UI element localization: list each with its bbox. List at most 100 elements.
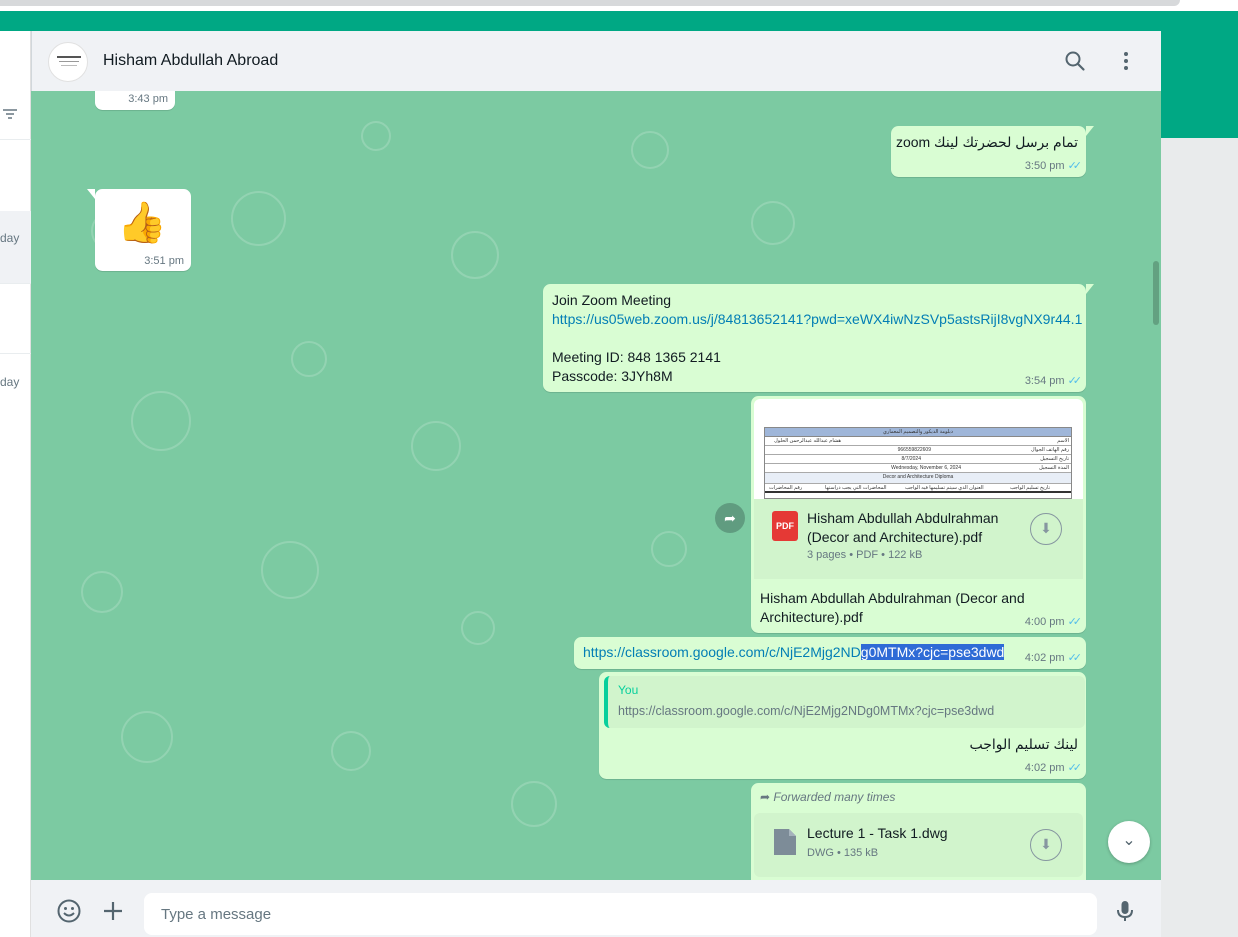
message-line: Join Zoom Meeting: [552, 292, 672, 308]
message-time: 4:00 pm: [1024, 616, 1065, 628]
plus-icon[interactable]: [100, 898, 126, 924]
list-separator: [0, 283, 31, 284]
preview-row: 8/7/2024 تاريخ التسجيل: [765, 455, 1071, 464]
message-meta: 3:50 pm ✓✓: [1025, 159, 1083, 172]
chat-list-day-label: day: [0, 231, 20, 245]
chat-header[interactable]: Hisham Abdullah Abroad: [31, 31, 1161, 91]
doodle-decoration: [631, 131, 669, 169]
double-check-icon: ✓✓: [1067, 652, 1083, 664]
chat-list-row-selected[interactable]: [0, 211, 31, 283]
document-name: Hisham Abdullah Abdulrahman (Decor and A…: [807, 510, 999, 545]
document-card[interactable]: PDF Hisham Abdullah Abdulrahman (Decor a…: [754, 499, 1083, 579]
forwarded-label: ➦ Forwarded many times: [760, 790, 896, 804]
app-green-band: [0, 11, 1238, 31]
message-composer: [31, 880, 1161, 937]
search-icon[interactable]: [1063, 49, 1087, 73]
preview-table: دبلومة الديكور والتصميم المعماري هشام عب…: [764, 427, 1072, 499]
double-check-icon: ✓✓: [1067, 616, 1083, 628]
menu-icon[interactable]: [1114, 49, 1138, 73]
message-outgoing[interactable]: تمام برسل لحضرتك لينك zoom 3:50 pm ✓✓: [891, 126, 1094, 177]
message-outgoing-document[interactable]: دبلومة الديكور والتصميم المعماري هشام عب…: [751, 396, 1086, 633]
preview-header: دبلومة الديكور والتصميم المعماري: [765, 428, 1071, 437]
quoted-message[interactable]: You https://classroom.google.com/c/NjE2M…: [604, 676, 1085, 728]
link-text[interactable]: https://classroom.google.com/c/NjE2Mjg2N…: [583, 644, 861, 660]
doodle-decoration: [361, 121, 391, 151]
doodle-decoration: [461, 611, 495, 645]
message-incoming[interactable]: 3:43 pm: [95, 91, 175, 110]
download-icon[interactable]: ⬇: [1030, 829, 1062, 861]
message-time: 4:02 pm: [1024, 652, 1065, 664]
message-time: 3:43 pm: [128, 93, 168, 105]
mic-icon[interactable]: [1112, 898, 1138, 924]
doodle-decoration: [131, 391, 191, 451]
double-check-icon: ✓✓: [1067, 160, 1083, 172]
chat-list-sliver: day day: [0, 31, 31, 937]
message-text: تمام برسل لحضرتك لينك zoom: [895, 134, 1078, 150]
message-time: 3:51 pm: [144, 255, 184, 267]
message-outgoing-reply[interactable]: You https://classroom.google.com/c/NjE2M…: [599, 672, 1086, 779]
doodle-decoration: [511, 781, 557, 827]
doodle-decoration: [651, 531, 687, 567]
browser-top-bar: [0, 0, 1238, 11]
message-meta: 3:54 pm ✓✓: [1024, 374, 1083, 387]
message-input[interactable]: [144, 893, 1097, 935]
message-time: 4:02 pm: [1024, 762, 1065, 774]
doodle-decoration: [291, 341, 327, 377]
document-preview[interactable]: دبلومة الديكور والتصميم المعماري هشام عب…: [754, 399, 1083, 499]
forward-icon[interactable]: ➦: [715, 503, 745, 533]
avatar[interactable]: [48, 42, 88, 82]
chat-scrollbar-thumb[interactable]: [1153, 261, 1159, 325]
message-outgoing-zoom[interactable]: Join Zoom Meeting https://us05web.zoom.u…: [543, 284, 1094, 392]
download-icon[interactable]: ⬇: [1030, 513, 1062, 545]
preview-title: Decor and Architecture Diploma: [765, 473, 1071, 484]
doodle-decoration: [411, 421, 461, 471]
zoom-link[interactable]: https://us05web.zoom.us/j/84813652141?pw…: [552, 310, 1082, 329]
classroom-link[interactable]: https://classroom.google.com/c/NjE2Mjg2N…: [583, 644, 1005, 660]
filter-icon[interactable]: [2, 106, 18, 122]
doodle-decoration: [261, 541, 319, 599]
message-outgoing-link[interactable]: https://classroom.google.com/c/NjE2Mjg2N…: [574, 637, 1086, 669]
chat-pane: Hisham Abdullah Abroad 3:43 pm تمام برسل…: [31, 31, 1161, 937]
message-meta: 4:02 pm ✓✓: [1024, 761, 1083, 774]
preview-columns: رقم المحاضرات المحاضرات التي يجب دراستها…: [765, 484, 1071, 493]
message-line: Passcode: 3JYh8M: [552, 368, 673, 384]
document-name: Lecture 1 - Task 1.dwg: [807, 825, 948, 841]
double-check-icon: ✓✓: [1067, 762, 1083, 774]
document-meta: DWG • 135 kB: [807, 847, 879, 859]
chat-background[interactable]: 3:43 pm تمام برسل لحضرتك لينك zoom 3:50 …: [31, 91, 1161, 880]
double-check-icon: ✓✓: [1067, 375, 1083, 387]
message-time: 3:54 pm: [1024, 375, 1065, 387]
preview-row: Wednesday, November 6, 2024 المدة التسجي…: [765, 464, 1071, 473]
message-body: Join Zoom Meeting https://us05web.zoom.u…: [552, 291, 1082, 386]
forward-icon: ➦: [760, 790, 774, 804]
chat-list-day-label: day: [0, 375, 20, 389]
message-incoming[interactable]: 👍 3:51 pm: [87, 189, 191, 271]
message-meta: 4:02 pm ✓✓: [1024, 651, 1083, 664]
emoji-icon[interactable]: [56, 898, 82, 924]
contact-name[interactable]: Hisham Abdullah Abroad: [103, 52, 278, 70]
doodle-decoration: [331, 731, 371, 771]
message-line: Meeting ID: 848 1365 2141: [552, 349, 721, 365]
doodle-decoration: [121, 711, 173, 763]
document-caption: Hisham Abdullah Abdulrahman (Decor and A…: [760, 590, 1025, 625]
preview-row: هشام عبدالله عبدالرحمن الحلول الاسم: [765, 437, 1071, 446]
pdf-icon: PDF: [772, 511, 798, 541]
message-meta: 4:00 pm ✓✓: [1024, 615, 1083, 628]
scroll-down-button[interactable]: ⌄: [1108, 821, 1150, 863]
message-text: لينك تسليم الواجب: [969, 736, 1078, 752]
message-outgoing-forwarded[interactable]: ➦ Forwarded many times Lecture 1 - Task …: [751, 783, 1086, 880]
list-separator: [0, 139, 31, 140]
bubble-tail: [87, 189, 95, 199]
app-green-corner: [1161, 31, 1238, 138]
list-separator: [0, 353, 31, 354]
link-text-selected[interactable]: g0MTMx?cjc=pse3dwd: [860, 644, 1005, 660]
app-background-right: [1161, 138, 1238, 937]
chevron-down-icon: ⌄: [1122, 832, 1136, 849]
document-meta: 3 pages • PDF • 122 kB: [807, 549, 923, 561]
doodle-decoration: [231, 191, 286, 246]
thumbs-up-emoji: 👍: [117, 201, 167, 245]
browser-scrollbar[interactable]: [0, 0, 1180, 6]
quote-text: https://classroom.google.com/c/NjE2Mjg2N…: [618, 704, 995, 718]
doodle-decoration: [451, 231, 499, 279]
document-card[interactable]: Lecture 1 - Task 1.dwg DWG • 135 kB ⬇: [754, 813, 1083, 877]
